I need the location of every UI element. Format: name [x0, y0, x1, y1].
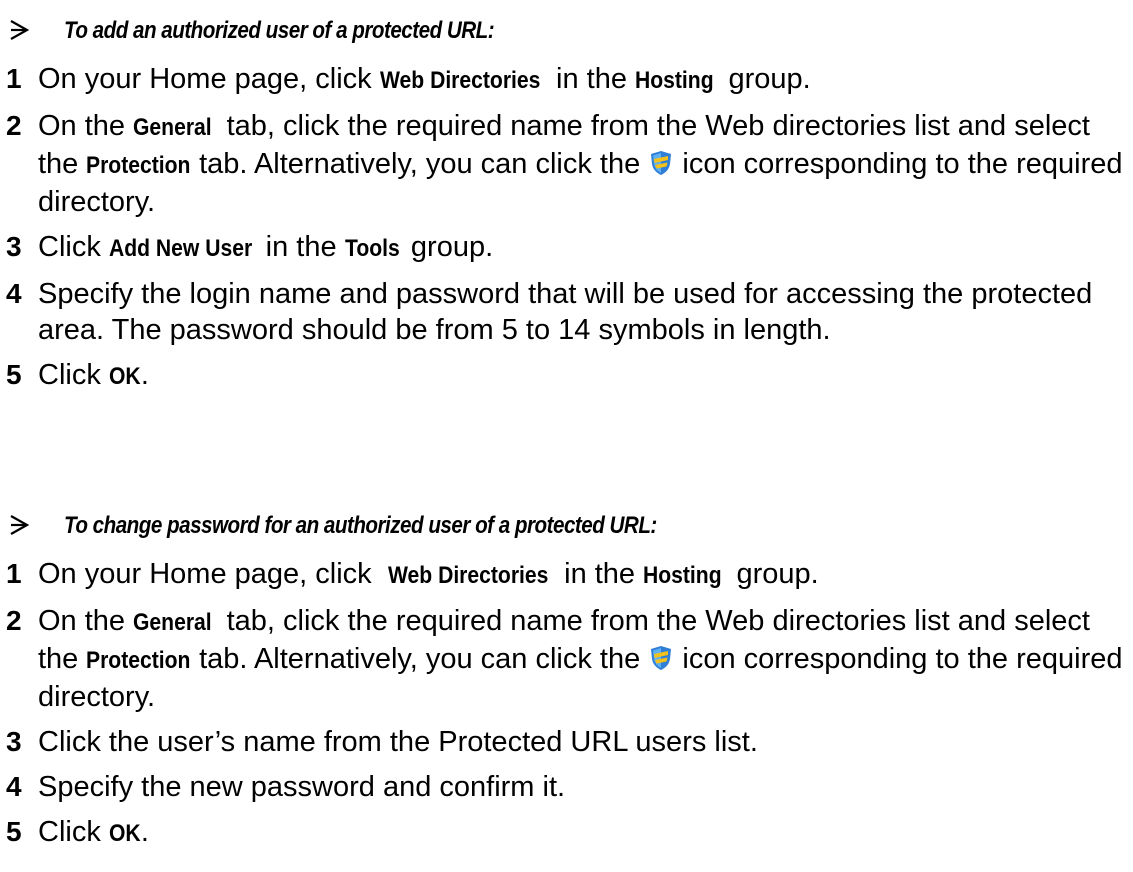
- step-text-segment: tab. Alternatively, you can click the: [191, 148, 649, 180]
- step-text-segment: in the: [556, 558, 644, 590]
- step-text-segment: Specify the new password and confirm it.: [38, 771, 566, 803]
- step-text-segment: in the: [548, 63, 636, 95]
- procedure-heading: To add an authorized user of a protected…: [0, 8, 1133, 52]
- step-item: 2 On the General tab, click the required …: [0, 108, 1133, 220]
- step-number: 3: [6, 231, 22, 262]
- ui-term-hosting: Hosting: [635, 67, 714, 94]
- ui-term-general: General: [133, 609, 212, 636]
- step-text-segment: .: [140, 359, 149, 391]
- step-text-segment: On the: [38, 605, 134, 637]
- step-list: 1 On your Home page, click Web Directorie…: [0, 556, 1133, 852]
- step-item: 2 On the General tab, click the required …: [0, 603, 1133, 715]
- step-number: 2: [6, 605, 22, 636]
- step-text-segment: Click: [38, 359, 109, 391]
- procedure-title: To add an authorized user of a protected…: [64, 17, 495, 44]
- step-text: On your Home page, click Web Directories…: [38, 556, 1128, 594]
- step-number: 1: [6, 558, 22, 589]
- step-text-segment: .: [140, 816, 149, 848]
- step-list: 1 On your Home page, click Web Directorie…: [0, 61, 1133, 395]
- procedure-heading: To change password for an authorized use…: [0, 503, 1133, 547]
- step-text-segment: On your Home page, click: [38, 63, 380, 95]
- step-number: 4: [6, 771, 22, 802]
- step-item: 5 Click OK.: [0, 357, 1133, 395]
- step-item: 4 Specify the new password and confirm it…: [0, 769, 1133, 805]
- step-text: Click Add New User in the Tools group.: [38, 229, 1128, 267]
- shield-icon[interactable]: [650, 150, 672, 176]
- step-text-segment: tab. Alternatively, you can click the: [191, 643, 649, 675]
- step-text: Click OK.: [38, 814, 1128, 852]
- step-item: 5 Click OK.: [0, 814, 1133, 852]
- step-text-segment: Specify the login name and password that…: [38, 278, 1101, 346]
- step-text: Click the user’s name from the Protected…: [38, 724, 1128, 760]
- ui-term-web-directories: Web Directories: [379, 67, 541, 94]
- step-number: 2: [6, 110, 22, 141]
- step-text: Specify the new password and confirm it.: [38, 769, 1128, 805]
- step-number: 5: [6, 359, 22, 390]
- arrow-right-icon: [10, 20, 30, 40]
- step-number: 4: [6, 278, 22, 309]
- shield-icon[interactable]: [650, 645, 672, 671]
- step-text: Specify the login name and password that…: [38, 276, 1128, 348]
- procedure-add-user: To add an authorized user of a protected…: [0, 8, 1133, 395]
- step-text: On the General tab, click the required n…: [38, 603, 1128, 715]
- step-number: 3: [6, 726, 22, 757]
- procedure-change-password: To change password for an authorized use…: [0, 503, 1133, 852]
- step-number: 5: [6, 816, 22, 847]
- step-item: 1 On your Home page, click Web Directorie…: [0, 61, 1133, 99]
- ui-term-protection: Protection: [86, 647, 191, 674]
- procedure-title: To change password for an authorized use…: [64, 512, 657, 539]
- ui-term-protection: Protection: [86, 152, 191, 179]
- step-text-segment: Click: [38, 816, 109, 848]
- ui-term-ok: OK: [108, 820, 141, 847]
- step-text-segment: Click the user’s name from the Protected…: [38, 726, 758, 758]
- step-text-segment: group.: [402, 231, 494, 263]
- step-text-segment: in the: [257, 231, 345, 263]
- ui-term-hosting: Hosting: [643, 562, 722, 589]
- ui-term-general: General: [133, 114, 212, 141]
- step-item: 3 Click Add New User in the Tools group.: [0, 229, 1133, 267]
- ui-term-tools: Tools: [344, 235, 400, 262]
- document-page: To add an authorized user of a protected…: [0, 0, 1133, 872]
- step-number: 1: [6, 63, 22, 94]
- step-item: 3 Click the user’s name from the Protecte…: [0, 724, 1133, 760]
- arrow-right-icon: [10, 515, 30, 535]
- step-text: On the General tab, click the required n…: [38, 108, 1128, 220]
- step-text: On your Home page, click Web Directories…: [38, 61, 1128, 99]
- step-text-segment: On your Home page, click: [38, 558, 388, 590]
- ui-term-ok: OK: [108, 363, 141, 390]
- step-item: 4 Specify the login name and password tha…: [0, 276, 1133, 348]
- step-item: 1 On your Home page, click Web Directorie…: [0, 556, 1133, 594]
- step-text-segment: group.: [720, 63, 811, 95]
- step-text-segment: On the: [38, 110, 134, 142]
- ui-term-add-new-user: Add New User: [108, 235, 253, 262]
- ui-term-web-directories: Web Directories: [387, 562, 549, 589]
- step-text-segment: group.: [728, 558, 819, 590]
- step-text: Click OK.: [38, 357, 1128, 395]
- step-text-segment: Click: [38, 231, 109, 263]
